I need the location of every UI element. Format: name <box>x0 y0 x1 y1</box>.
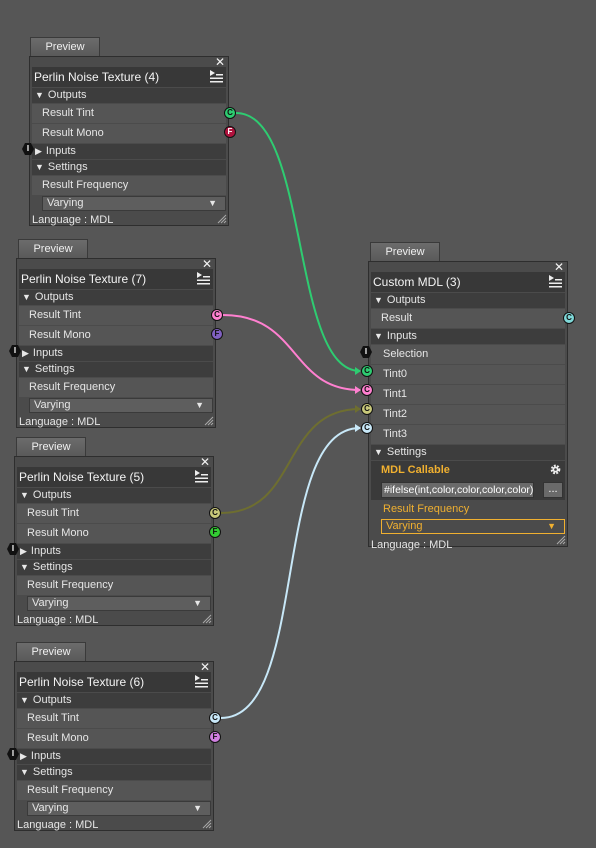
frequency-label: Result Frequency <box>17 781 211 800</box>
frequency-label: Result Frequency <box>19 378 213 397</box>
mdl-callable-field-row: #ifelse(int,color,color,color,color) ... <box>371 480 565 500</box>
output-result-mono: Result Mono <box>17 524 211 543</box>
resize-grip-icon[interactable] <box>556 535 566 545</box>
settings-section[interactable]: ▼ Settings <box>17 765 211 780</box>
frequency-dropdown[interactable]: Varying ▼ <box>29 398 213 413</box>
frequency-dropdown[interactable]: Varying ▼ <box>27 596 211 611</box>
resize-grip-icon[interactable] <box>204 416 214 426</box>
node-title[interactable]: Perlin Noise Texture (6) <box>17 672 211 692</box>
resize-grip-icon[interactable] <box>202 614 212 624</box>
wire-tint3[interactable] <box>220 427 361 719</box>
output-port-mono-node-7[interactable]: F <box>211 328 223 340</box>
inputs-section[interactable]: ▶ Inputs <box>17 544 211 559</box>
output-port-mono-node-5[interactable]: F <box>209 526 221 538</box>
language-label: Language : MDL <box>17 614 99 626</box>
frequency-dropdown[interactable]: Varying ▼ <box>42 196 226 211</box>
output-port-tint-node-6[interactable]: C <box>209 712 221 724</box>
node-menu-icon[interactable] <box>194 469 209 485</box>
settings-section[interactable]: ▼ Settings <box>32 160 226 175</box>
input-tint2: Tint2 <box>371 405 565 424</box>
output-port-result-custom[interactable]: C <box>563 312 575 324</box>
output-port-tint-node-4[interactable]: C <box>224 107 236 119</box>
dropdown-arrow-icon: ▼ <box>193 598 202 608</box>
input-port-tint0[interactable]: C <box>361 365 373 377</box>
frequency-label: Result Frequency <box>32 176 226 195</box>
inputs-section[interactable]: ▼ Inputs <box>371 329 565 344</box>
node-menu-icon[interactable] <box>209 69 224 85</box>
output-port-tint-node-5[interactable]: C <box>209 507 221 519</box>
input-port-tint1[interactable]: C <box>361 384 373 396</box>
outputs-section[interactable]: ▼ Outputs <box>17 488 211 503</box>
settings-section[interactable]: ▼ Settings <box>17 560 211 575</box>
preview-button-node-6[interactable]: Preview <box>16 642 86 661</box>
node-title[interactable]: Perlin Noise Texture (4) <box>32 67 226 87</box>
wire-tint1[interactable] <box>222 314 361 391</box>
frequency-dropdown[interactable]: Varying ▼ <box>27 801 211 816</box>
input-tint3: Tint3 <box>371 425 565 444</box>
perlin-noise-node-7[interactable]: ✕ Perlin Noise Texture (7) ▼ Outputs Resu… <box>16 258 216 428</box>
output-result-mono: Result Mono <box>17 729 211 748</box>
output-result-mono: Result Mono <box>19 326 213 345</box>
inputs-section[interactable]: ▶ Inputs <box>32 144 226 159</box>
node-menu-icon[interactable] <box>548 274 563 290</box>
outputs-section[interactable]: ▼ Outputs <box>371 293 565 308</box>
output-result-mono: Result Mono <box>32 124 226 143</box>
preview-button-node-7[interactable]: Preview <box>18 239 88 258</box>
preview-button-node-4[interactable]: Preview <box>30 37 100 56</box>
language-label: Language : MDL <box>17 819 99 831</box>
settings-section[interactable]: ▼ Settings <box>19 362 213 377</box>
input-selection: Selection <box>371 345 565 364</box>
perlin-noise-node-4[interactable]: ✕ Perlin Noise Texture (4) ▼ Outputs Resu… <box>29 56 229 226</box>
custom-mdl-node[interactable]: ✕ Custom MDL (3) ▼ Outputs Result ▼ Inputs… <box>368 261 568 551</box>
frequency-label: Result Frequency <box>17 576 211 595</box>
output-port-mono-node-4[interactable]: F <box>224 126 236 138</box>
output-result-tint: Result Tint <box>32 104 226 123</box>
preview-button-node-5[interactable]: Preview <box>16 437 86 456</box>
perlin-noise-node-6[interactable]: ✕ Perlin Noise Texture (6) ▼ Outputs Resu… <box>14 661 214 831</box>
output-result-tint: Result Tint <box>17 504 211 523</box>
resize-grip-icon[interactable] <box>202 819 212 829</box>
inputs-section[interactable]: ▶ Inputs <box>19 346 213 361</box>
output-result-tint: Result Tint <box>19 306 213 325</box>
dropdown-arrow-icon: ▼ <box>195 400 204 410</box>
language-label: Language : MDL <box>32 214 114 226</box>
mdl-callable-browse-button[interactable]: ... <box>543 482 563 498</box>
outputs-section[interactable]: ▼ Outputs <box>32 88 226 103</box>
input-tint1: Tint1 <box>371 385 565 404</box>
dropdown-arrow-icon: ▼ <box>547 521 556 531</box>
mdl-callable-row: MDL Callable <box>371 461 565 480</box>
input-port-tint3[interactable]: C <box>361 422 373 434</box>
output-result-tint: Result Tint <box>17 709 211 728</box>
inputs-section[interactable]: ▶ Inputs <box>17 749 211 764</box>
output-port-mono-node-6[interactable]: F <box>209 731 221 743</box>
preview-button-custom-mdl[interactable]: Preview <box>370 242 440 261</box>
node-menu-icon[interactable] <box>196 271 211 287</box>
wire-tint2[interactable] <box>220 408 361 514</box>
outputs-section[interactable]: ▼ Outputs <box>19 290 213 305</box>
node-title[interactable]: Custom MDL (3) <box>371 272 565 292</box>
node-title[interactable]: Perlin Noise Texture (5) <box>17 467 211 487</box>
outputs-section[interactable]: ▼ Outputs <box>17 693 211 708</box>
frequency-label-row: Result Frequency <box>383 503 470 515</box>
node-title[interactable]: Perlin Noise Texture (7) <box>19 269 213 289</box>
language-label: Language : MDL <box>371 539 453 551</box>
settings-section[interactable]: ▼ Settings <box>371 445 565 460</box>
mdl-callable-field[interactable]: #ifelse(int,color,color,color,color) <box>381 482 534 498</box>
input-tint0: Tint0 <box>371 365 565 384</box>
node-menu-icon[interactable] <box>194 674 209 690</box>
wire-tint0[interactable] <box>235 112 361 372</box>
input-port-tint2[interactable]: C <box>361 403 373 415</box>
gear-icon[interactable] <box>549 463 562 476</box>
output-port-tint-node-7[interactable]: C <box>211 309 223 321</box>
frequency-dropdown[interactable]: Varying ▼ <box>381 519 565 534</box>
language-label: Language : MDL <box>19 416 101 428</box>
perlin-noise-node-5[interactable]: ✕ Perlin Noise Texture (5) ▼ Outputs Resu… <box>14 456 214 626</box>
output-result: Result <box>371 309 565 328</box>
dropdown-arrow-icon: ▼ <box>193 803 202 813</box>
dropdown-arrow-icon: ▼ <box>208 198 217 208</box>
resize-grip-icon[interactable] <box>217 214 227 224</box>
